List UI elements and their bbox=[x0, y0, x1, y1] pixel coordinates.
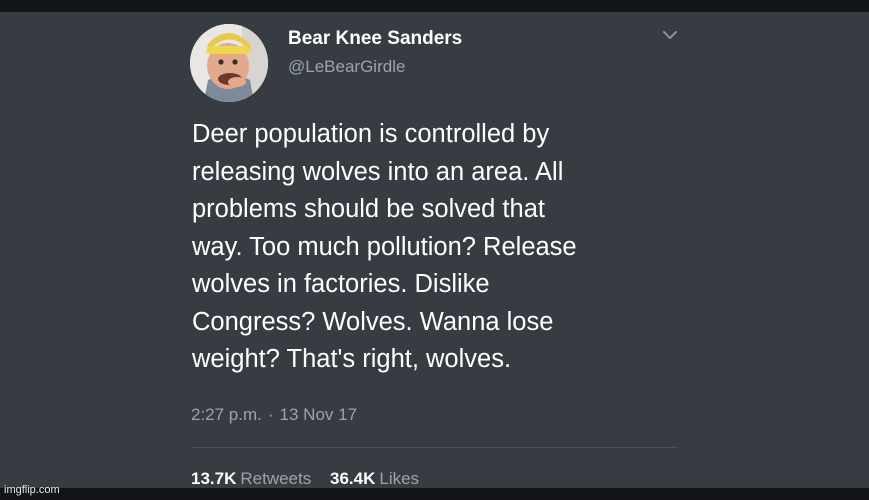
tweet-text-line: weight? That's right, wolves. bbox=[192, 345, 512, 373]
watermark: imgflip.com bbox=[4, 484, 60, 496]
tweet-text-line: Congress? Wolves. Wanna lose bbox=[192, 307, 554, 336]
likes-count: 36.4K bbox=[329, 469, 376, 488]
top-frame-bar bbox=[0, 0, 869, 12]
tweet-text-line: releasing wolves into an area. All bbox=[192, 157, 564, 186]
bottom-frame-bar bbox=[0, 488, 869, 500]
tweet-time: 2:27 p.m. bbox=[191, 405, 262, 424]
tweet-card: Bear Knee Sanders @LeBearGirdle Deer pop… bbox=[0, 12, 869, 488]
display-name[interactable]: Bear Knee Sanders bbox=[288, 28, 462, 50]
tweet-text-line: way. Too much pollution? Release bbox=[192, 232, 577, 261]
avatar[interactable] bbox=[190, 24, 268, 102]
user-avatar-icon bbox=[190, 24, 268, 102]
tweet-text-line: problems should be solved that bbox=[192, 195, 545, 223]
divider bbox=[191, 447, 678, 448]
retweets-count: 13.7K bbox=[191, 469, 237, 488]
retweets-stat[interactable]: 13.7K Retweets bbox=[191, 469, 311, 489]
tweet-text-line: Deer population is controlled by bbox=[192, 120, 550, 148]
chevron-down-icon[interactable] bbox=[662, 28, 678, 40]
tweet-text: Deer population is controlled by releasi… bbox=[192, 116, 682, 379]
engagement-stats: 13.7K Retweets 36.4K Likes bbox=[191, 469, 433, 489]
likes-stat[interactable]: 36.4K Likes bbox=[330, 469, 419, 489]
tweet-date: 13 Nov 17 bbox=[279, 405, 358, 424]
user-handle[interactable]: @LeBearGirdle bbox=[288, 57, 405, 77]
tweet-text-line: wolves in factories. Dislike bbox=[192, 270, 490, 298]
timestamp-separator: · bbox=[267, 405, 274, 424]
tweet-timestamp[interactable]: 2:27 p.m. · 13 Nov 17 bbox=[191, 405, 357, 425]
retweets-label: Retweets bbox=[240, 469, 312, 488]
likes-label: Likes bbox=[379, 469, 420, 488]
